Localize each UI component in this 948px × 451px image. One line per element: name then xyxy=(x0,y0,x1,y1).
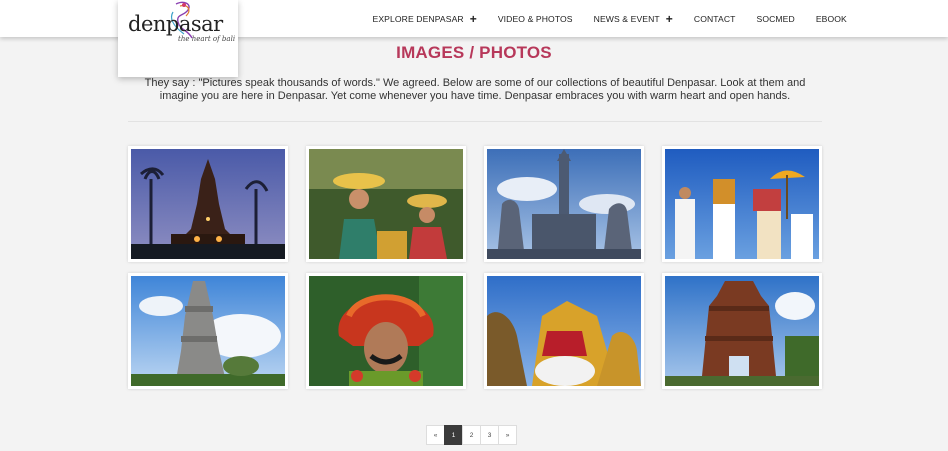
photo-brick-gate xyxy=(665,276,819,386)
photo-masked-dancer xyxy=(309,276,463,386)
nav-video-photos[interactable]: Video & Photos xyxy=(487,0,583,37)
nav-explore-denpasar[interactable]: Explore Denpasar + xyxy=(362,0,487,37)
intro-text: They say : "Pictures speak thousands of … xyxy=(144,77,806,102)
pagination-prev[interactable]: « xyxy=(426,425,445,445)
plus-icon: + xyxy=(665,11,673,26)
plus-icon: + xyxy=(469,11,477,26)
photo-dancers xyxy=(309,149,463,259)
photo-stone-tower xyxy=(131,276,285,386)
nav-label: Explore Denpasar xyxy=(372,13,464,24)
logo-tagline: the heart of bali xyxy=(178,35,236,43)
main-nav: Explore Denpasar + Video & Photos News & … xyxy=(362,0,857,37)
nav-label: Video & Photos xyxy=(497,13,573,24)
divider xyxy=(128,121,822,122)
gallery-thumb-stone-tower[interactable] xyxy=(128,273,288,389)
pagination-page-3[interactable]: 3 xyxy=(480,425,499,445)
nav-label: Contact xyxy=(693,13,736,24)
photo-monument xyxy=(487,149,641,259)
gallery-thumb-masked-dancer[interactable] xyxy=(306,273,466,389)
gallery-thumb-dancers[interactable] xyxy=(306,146,466,262)
nav-ebook[interactable]: Ebook xyxy=(805,0,857,37)
pagination-page-1[interactable]: 1 xyxy=(444,425,463,445)
logo-wordmark: denpasar xyxy=(128,12,223,36)
nav-label: Ebook xyxy=(815,13,847,24)
gallery-thumb-temple-dusk[interactable] xyxy=(128,146,288,262)
nav-label: Socmed xyxy=(756,13,795,24)
nav-label: News & Event xyxy=(593,13,660,24)
nav-news-event[interactable]: News & Event + xyxy=(583,0,683,37)
pagination-next[interactable]: » xyxy=(498,425,517,445)
pagination-page-2[interactable]: 2 xyxy=(462,425,481,445)
photo-barong xyxy=(487,276,641,386)
gallery-thumb-procession[interactable] xyxy=(662,146,822,262)
pagination: « 1 2 3 » xyxy=(426,425,517,445)
nav-contact[interactable]: Contact xyxy=(683,0,746,37)
gallery-thumb-barong[interactable] xyxy=(484,273,644,389)
gallery-thumb-brick-gate[interactable] xyxy=(662,273,822,389)
photo-procession xyxy=(665,149,819,259)
photo-temple-dusk xyxy=(131,149,285,259)
site-logo[interactable]: denpasar the heart of bali xyxy=(118,0,238,77)
nav-socmed[interactable]: Socmed xyxy=(746,0,805,37)
gallery-thumb-monument[interactable] xyxy=(484,146,644,262)
